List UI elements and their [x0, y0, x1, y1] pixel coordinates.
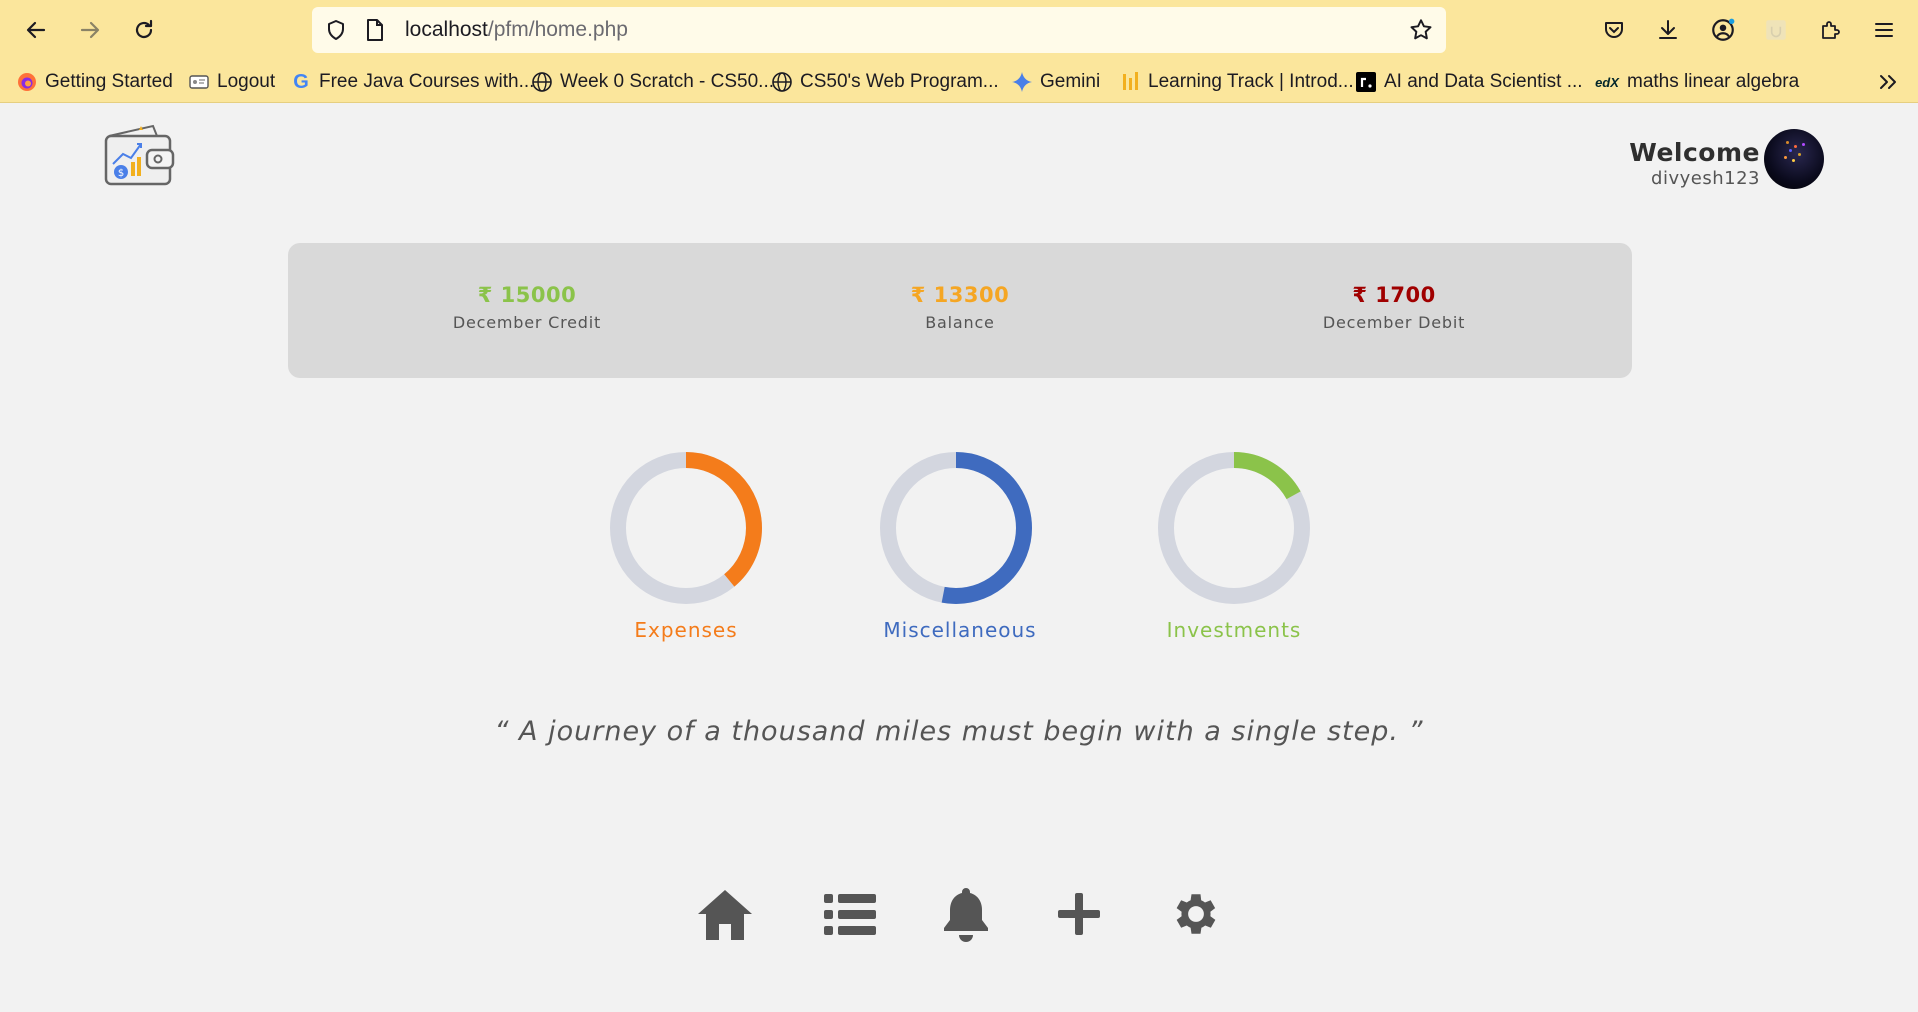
investments-donut[interactable] — [1154, 448, 1314, 608]
list-icon — [824, 894, 876, 935]
firefox-icon — [16, 71, 38, 93]
back-arrow-icon — [26, 21, 46, 39]
welcome-block: Welcome divyesh123 — [1629, 138, 1760, 189]
bookmark-item[interactable]: Logout — [188, 68, 275, 96]
bookmark-item[interactable]: edX maths linear algebra — [1594, 68, 1799, 96]
list-button[interactable] — [818, 884, 882, 944]
debit-summary: ₹ 1700 December Debit — [1244, 283, 1544, 332]
miscellaneous-label: Miscellaneous — [883, 618, 1037, 642]
edx-icon: edX — [1595, 74, 1619, 90]
home-icon — [698, 890, 752, 940]
expenses-label: Expenses — [634, 618, 738, 642]
miscellaneous-donut[interactable] — [876, 448, 1036, 608]
page-info-icon[interactable] — [364, 18, 386, 46]
expenses-donut[interactable] — [606, 448, 766, 608]
bookmark-item[interactable]: AI and Data Scientist ... — [1355, 68, 1583, 96]
shield-icon[interactable] — [324, 18, 348, 46]
globe-icon — [531, 71, 553, 93]
reload-icon — [135, 19, 153, 39]
globe-icon — [771, 71, 793, 93]
reload-button[interactable] — [124, 10, 164, 50]
account-icon[interactable] — [1703, 10, 1743, 50]
menu-icon[interactable] — [1864, 10, 1904, 50]
investments-label: Investments — [1166, 618, 1302, 642]
notifications-button[interactable] — [934, 884, 998, 944]
url-text[interactable]: localhost/pfm/home.php — [405, 18, 628, 42]
plus-icon — [1058, 893, 1100, 935]
balance-summary: ₹ 13300 Balance — [810, 283, 1110, 332]
welcome-title: Welcome — [1629, 138, 1760, 167]
extensions-icon[interactable] — [1810, 10, 1850, 50]
download-icon[interactable] — [1648, 10, 1688, 50]
bars-icon — [1119, 71, 1141, 93]
bookmarks-bar: Getting Started Logout G Free Java Cours… — [0, 64, 1918, 100]
avatar[interactable] — [1764, 129, 1824, 189]
browser-toolbar: localhost/pfm/home.php Getting Started L… — [0, 0, 1918, 103]
pocket-icon[interactable] — [1594, 10, 1634, 50]
wallet-logo-icon[interactable]: $ — [103, 124, 175, 188]
back-button[interactable] — [16, 10, 56, 50]
bookmark-item[interactable]: G Free Java Courses with... — [290, 68, 534, 96]
gear-icon — [1176, 894, 1216, 934]
username: divyesh123 — [1651, 168, 1760, 189]
quote-text: “ A journey of a thousand miles must beg… — [494, 716, 1424, 747]
credit-value: ₹ 15000 — [477, 283, 577, 307]
forward-button[interactable] — [70, 10, 110, 50]
bookmark-item[interactable]: CS50's Web Program... — [771, 68, 999, 96]
roadmap-icon — [1355, 71, 1377, 93]
balance-value: ₹ 13300 — [910, 283, 1010, 307]
bookmark-item[interactable]: Week 0 Scratch - CS50... — [531, 68, 774, 96]
summary-card: ₹ 15000 December Credit ₹ 13300 Balance … — [288, 243, 1632, 378]
bookmarks-overflow-button[interactable] — [1876, 68, 1900, 96]
double-chevron-icon — [1880, 75, 1896, 89]
credit-summary: ₹ 15000 December Credit — [377, 283, 677, 332]
svg-text:$: $ — [118, 168, 124, 179]
settings-button[interactable] — [1164, 884, 1228, 944]
balance-label: Balance — [925, 313, 995, 332]
debit-label: December Debit — [1322, 313, 1466, 332]
home-button[interactable] — [693, 884, 757, 944]
bookmark-star-icon[interactable] — [1408, 17, 1434, 47]
debit-value: ₹ 1700 — [1352, 283, 1436, 307]
bell-icon — [944, 888, 988, 942]
add-button[interactable] — [1047, 884, 1111, 944]
forward-arrow-icon — [80, 21, 100, 39]
bookmark-item[interactable]: Getting Started — [16, 68, 173, 96]
gemini-icon — [1011, 71, 1033, 93]
google-icon: G — [293, 70, 309, 93]
credit-label: December Credit — [452, 313, 602, 332]
url-bar[interactable]: localhost/pfm/home.php — [312, 7, 1446, 53]
page-icon — [188, 71, 210, 93]
bookmark-item[interactable]: Gemini — [1011, 68, 1100, 96]
extension-pocket-icon[interactable] — [1756, 10, 1796, 50]
bookmark-item[interactable]: Learning Track | Introd... — [1119, 68, 1354, 96]
